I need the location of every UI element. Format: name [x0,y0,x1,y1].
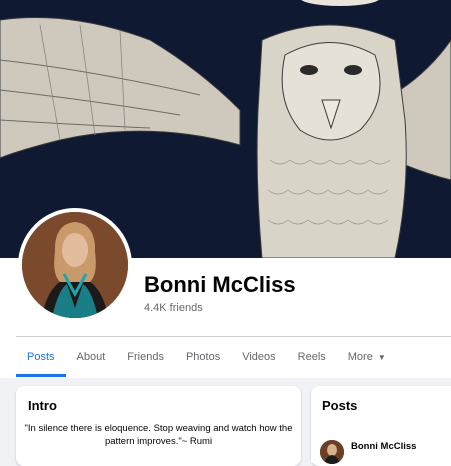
tab-label: More [347,351,373,363]
tab-label: Posts [27,351,55,363]
tab-reels[interactable]: Reels [287,337,337,377]
tab-label: Videos [242,351,276,363]
profile-tabs: Posts About Friends Photos Videos Reels … [16,337,397,377]
posts-title: Posts [322,398,358,413]
tab-videos[interactable]: Videos [231,337,286,377]
tab-more[interactable]: More ▼ [337,337,397,377]
tab-friends[interactable]: Friends [116,337,175,377]
tab-label: Photos [185,351,221,363]
intro-title: Intro [28,398,57,413]
profile-avatar[interactable] [18,208,132,322]
friends-count[interactable]: 4.4K friends [144,302,203,314]
intro-card: Intro "In silence there is eloquence. St… [16,386,301,466]
post-author-name[interactable]: Bonni McCliss [351,441,416,452]
caret-down-icon: ▼ [377,352,386,362]
tab-label: Reels [297,351,326,363]
tab-posts[interactable]: Posts [16,337,66,377]
intro-bio: "In silence there is eloquence. Stop wea… [24,423,293,447]
author-avatar[interactable] [320,440,344,464]
tab-about[interactable]: About [66,337,117,377]
tab-label: About [76,351,106,363]
post-author-row[interactable]: Bonni McCliss [311,433,451,464]
profile-name: Bonni McCliss [144,272,296,297]
tab-label: Friends [127,351,164,363]
tab-photos[interactable]: Photos [175,337,231,377]
